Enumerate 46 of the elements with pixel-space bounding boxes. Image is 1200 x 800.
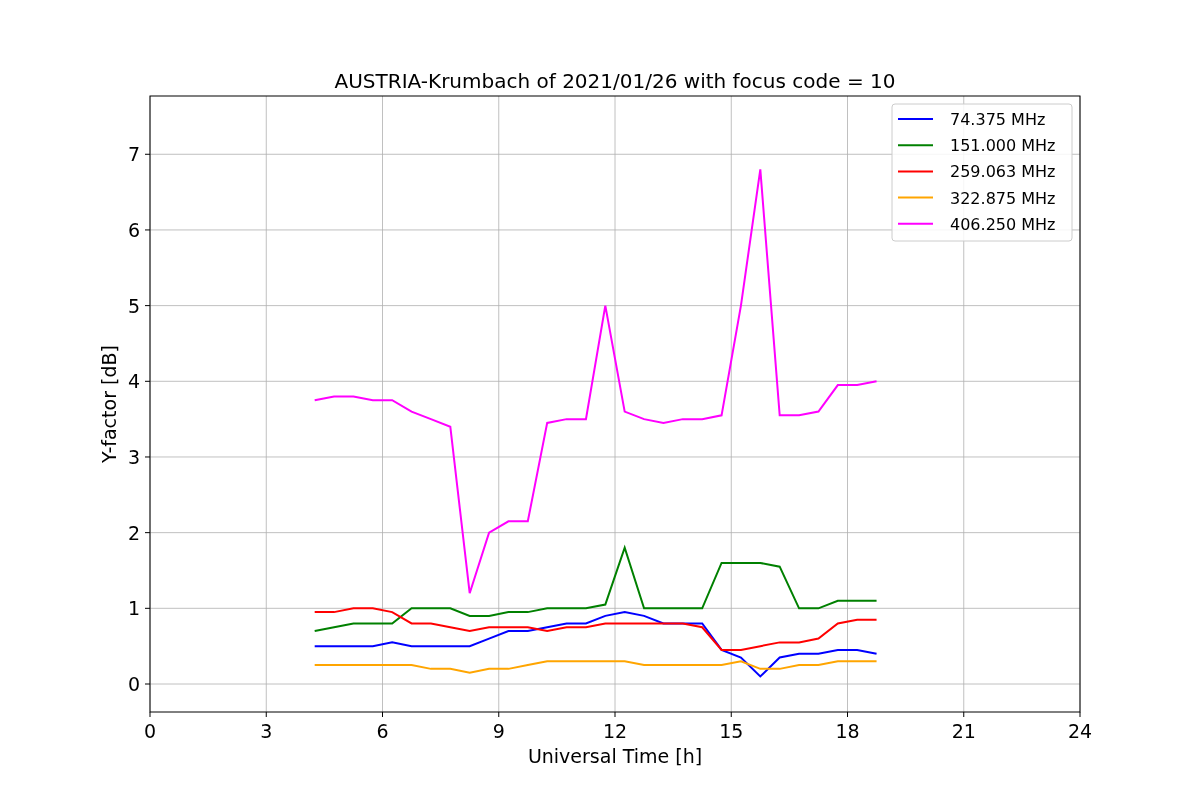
- tick-mark: [498, 711, 500, 718]
- legend-swatch: [897, 222, 934, 225]
- tick-mark: [144, 153, 151, 155]
- y-tick-label: 7: [127, 143, 140, 166]
- x-tick-label: 3: [260, 720, 273, 742]
- tick-mark: [144, 229, 151, 231]
- y-axis-label: Y-factor [dB]: [98, 345, 120, 463]
- legend-swatch: [897, 196, 934, 199]
- tick-mark: [144, 305, 151, 307]
- tick-mark: [144, 456, 151, 458]
- x-tick-label: 21: [951, 720, 976, 742]
- y-tick-label: 3: [127, 445, 140, 468]
- y-tick-label: 5: [127, 294, 140, 317]
- x-tick-label: 12: [602, 720, 628, 742]
- legend-label: 322.875 MHz: [950, 188, 1056, 208]
- tick-mark: [382, 711, 383, 718]
- tick-mark: [144, 683, 151, 685]
- legend-swatch: [897, 144, 934, 147]
- tick-mark: [1079, 711, 1081, 718]
- x-tick-label: 18: [835, 720, 860, 742]
- x-tick-label: 6: [376, 720, 389, 742]
- tick-mark: [730, 711, 732, 718]
- y-tick-label: 6: [127, 218, 140, 241]
- x-tick-label: 0: [143, 720, 157, 742]
- x-axis-label: Universal Time [h]: [527, 745, 703, 767]
- y-tick-label: 0: [127, 673, 140, 695]
- tick-mark: [847, 711, 848, 718]
- legend-label: 74.375 MHz: [950, 110, 1046, 129]
- y-tick-label: 4: [127, 370, 140, 393]
- legend-label: 151.000 MHz: [950, 136, 1056, 156]
- y-tick-label: 1: [127, 597, 140, 620]
- y-tick-label: 2: [127, 521, 140, 544]
- tick-mark: [963, 711, 965, 718]
- legend-label: 259.063 MHz: [950, 162, 1056, 182]
- x-tick-label: 24: [1067, 720, 1093, 742]
- tick-mark: [144, 532, 151, 534]
- x-tick-label: 9: [492, 720, 505, 742]
- legend-label: 406.250 MHz: [950, 214, 1056, 234]
- tick-mark: [149, 711, 151, 718]
- x-tick-label: 15: [719, 720, 744, 742]
- chart-title: AUSTRIA-Krumbach of 2021/01/26 with focus code = 10: [334, 69, 896, 93]
- tick-mark: [144, 607, 151, 609]
- tick-mark: [614, 711, 616, 718]
- tick-mark: [144, 380, 151, 382]
- legend-swatch: [897, 170, 934, 173]
- tick-mark: [265, 711, 267, 718]
